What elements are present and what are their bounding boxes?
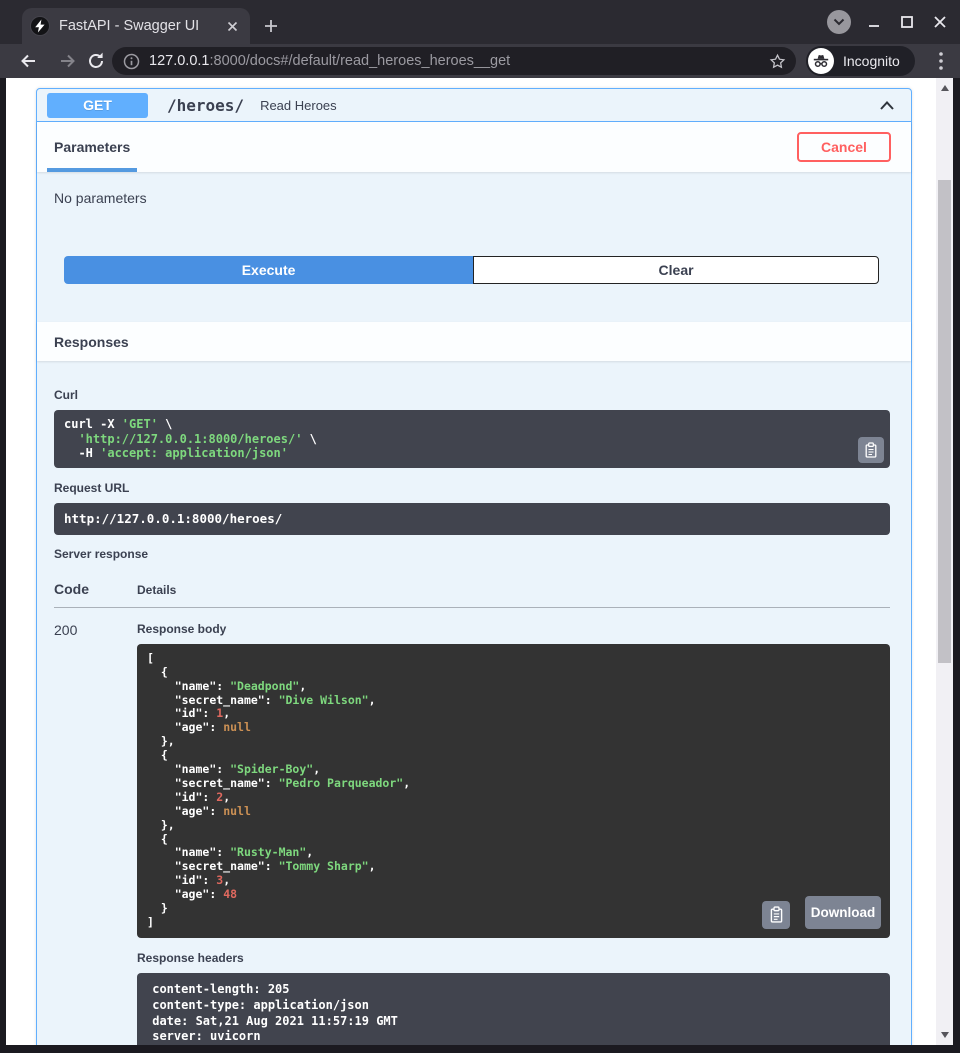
tab-parameters: Parameters (54, 122, 130, 172)
fastapi-favicon-icon (30, 16, 50, 36)
new-tab-button[interactable] (258, 13, 284, 39)
browser-tab[interactable]: FastAPI - Swagger UI (22, 8, 250, 44)
clear-button[interactable]: Clear (473, 256, 879, 284)
cancel-button[interactable]: Cancel (797, 132, 891, 162)
response-body-actions: Download (762, 896, 881, 929)
parameters-header: Parameters Cancel (37, 122, 911, 172)
url-host: 127.0.0.1 (149, 53, 209, 69)
page-info-icon[interactable] (123, 53, 140, 70)
scroll-down-arrow[interactable] (936, 1027, 953, 1043)
tab-close-icon[interactable] (222, 16, 242, 36)
responses-title: Responses (54, 334, 129, 350)
response-row: 200 Response body [ { "name": "Deadpond"… (54, 622, 890, 1045)
execute-row: Execute Clear (64, 256, 879, 284)
request-url-text: http://127.0.0.1:8000/heroes/ (54, 503, 890, 535)
download-button[interactable]: Download (805, 896, 881, 929)
response-headers-block: content-length: 205 content-type: applic… (137, 973, 890, 1045)
back-button[interactable] (14, 47, 42, 75)
code-column-header: Code (54, 581, 137, 597)
no-parameters-text: No parameters (54, 190, 894, 206)
request-url-block: http://127.0.0.1:8000/heroes/ (54, 503, 890, 535)
response-body-block: [ { "name": "Deadpond", "secret_name": "… (137, 644, 890, 938)
incognito-badge: Incognito (806, 46, 915, 76)
details-column-header: Details (137, 583, 890, 597)
responses-body: Curl curl -X 'GET' \ 'http://127.0.0.1:8… (37, 388, 911, 1045)
page-content: GET /heroes/ Read Heroes Parameters Canc… (6, 78, 936, 1045)
server-response-label: Server response (54, 547, 890, 561)
tab-title: FastAPI - Swagger UI (59, 18, 213, 34)
execute-button[interactable]: Execute (64, 256, 473, 284)
url-path: :8000/docs#/default/read_heroes_heroes__… (209, 53, 510, 69)
bookmark-star-icon[interactable] (769, 53, 786, 70)
vertical-scrollbar[interactable] (936, 78, 953, 1045)
response-body-json: [ { "name": "Deadpond", "secret_name": "… (137, 644, 890, 938)
browser-toolbar: 127.0.0.1:8000/docs#/default/read_heroes… (0, 44, 960, 78)
tab-search-button[interactable] (827, 10, 851, 34)
response-table-header: Code Details (54, 575, 890, 608)
request-url-label: Request URL (54, 481, 890, 495)
maximize-button[interactable] (897, 12, 917, 32)
scroll-up-arrow[interactable] (936, 80, 953, 96)
response-body-label: Response body (137, 622, 890, 636)
url-text: 127.0.0.1:8000/docs#/default/read_heroes… (149, 53, 760, 69)
reload-button[interactable] (82, 47, 110, 75)
tab-strip: FastAPI - Swagger UI (0, 0, 960, 44)
browser-menu-button[interactable] (930, 49, 952, 73)
window-controls (827, 8, 950, 36)
forward-button[interactable] (54, 47, 82, 75)
copy-curl-button[interactable] (858, 437, 884, 463)
parameters-body: No parameters (37, 172, 911, 206)
opblock-header[interactable]: GET /heroes/ Read Heroes (37, 89, 911, 122)
browser-window: FastAPI - Swagger UI (0, 0, 960, 1053)
copy-response-button[interactable] (762, 901, 790, 929)
response-headers-text: content-length: 205 content-type: applic… (137, 973, 890, 1045)
curl-command-block: curl -X 'GET' \ 'http://127.0.0.1:8000/h… (54, 410, 890, 468)
parameters-title: Parameters (54, 139, 130, 155)
opblock-get-heroes: GET /heroes/ Read Heroes Parameters Canc… (36, 88, 912, 1045)
close-button[interactable] (930, 12, 950, 32)
minimize-button[interactable] (864, 12, 884, 32)
operation-summary: Read Heroes (260, 98, 337, 113)
method-badge: GET (47, 93, 148, 118)
scrollbar-thumb[interactable] (938, 180, 951, 663)
incognito-label: Incognito (843, 53, 900, 69)
operation-path: /heroes/ (167, 96, 244, 115)
address-bar[interactable]: 127.0.0.1:8000/docs#/default/read_heroes… (112, 47, 796, 75)
curl-command-text: curl -X 'GET' \ 'http://127.0.0.1:8000/h… (54, 410, 890, 468)
curl-label: Curl (54, 388, 890, 402)
status-code: 200 (54, 622, 137, 1045)
responses-header: Responses (37, 322, 911, 361)
collapse-arrow-icon[interactable] (876, 95, 901, 115)
incognito-icon (808, 48, 834, 74)
response-headers-label: Response headers (137, 951, 890, 965)
